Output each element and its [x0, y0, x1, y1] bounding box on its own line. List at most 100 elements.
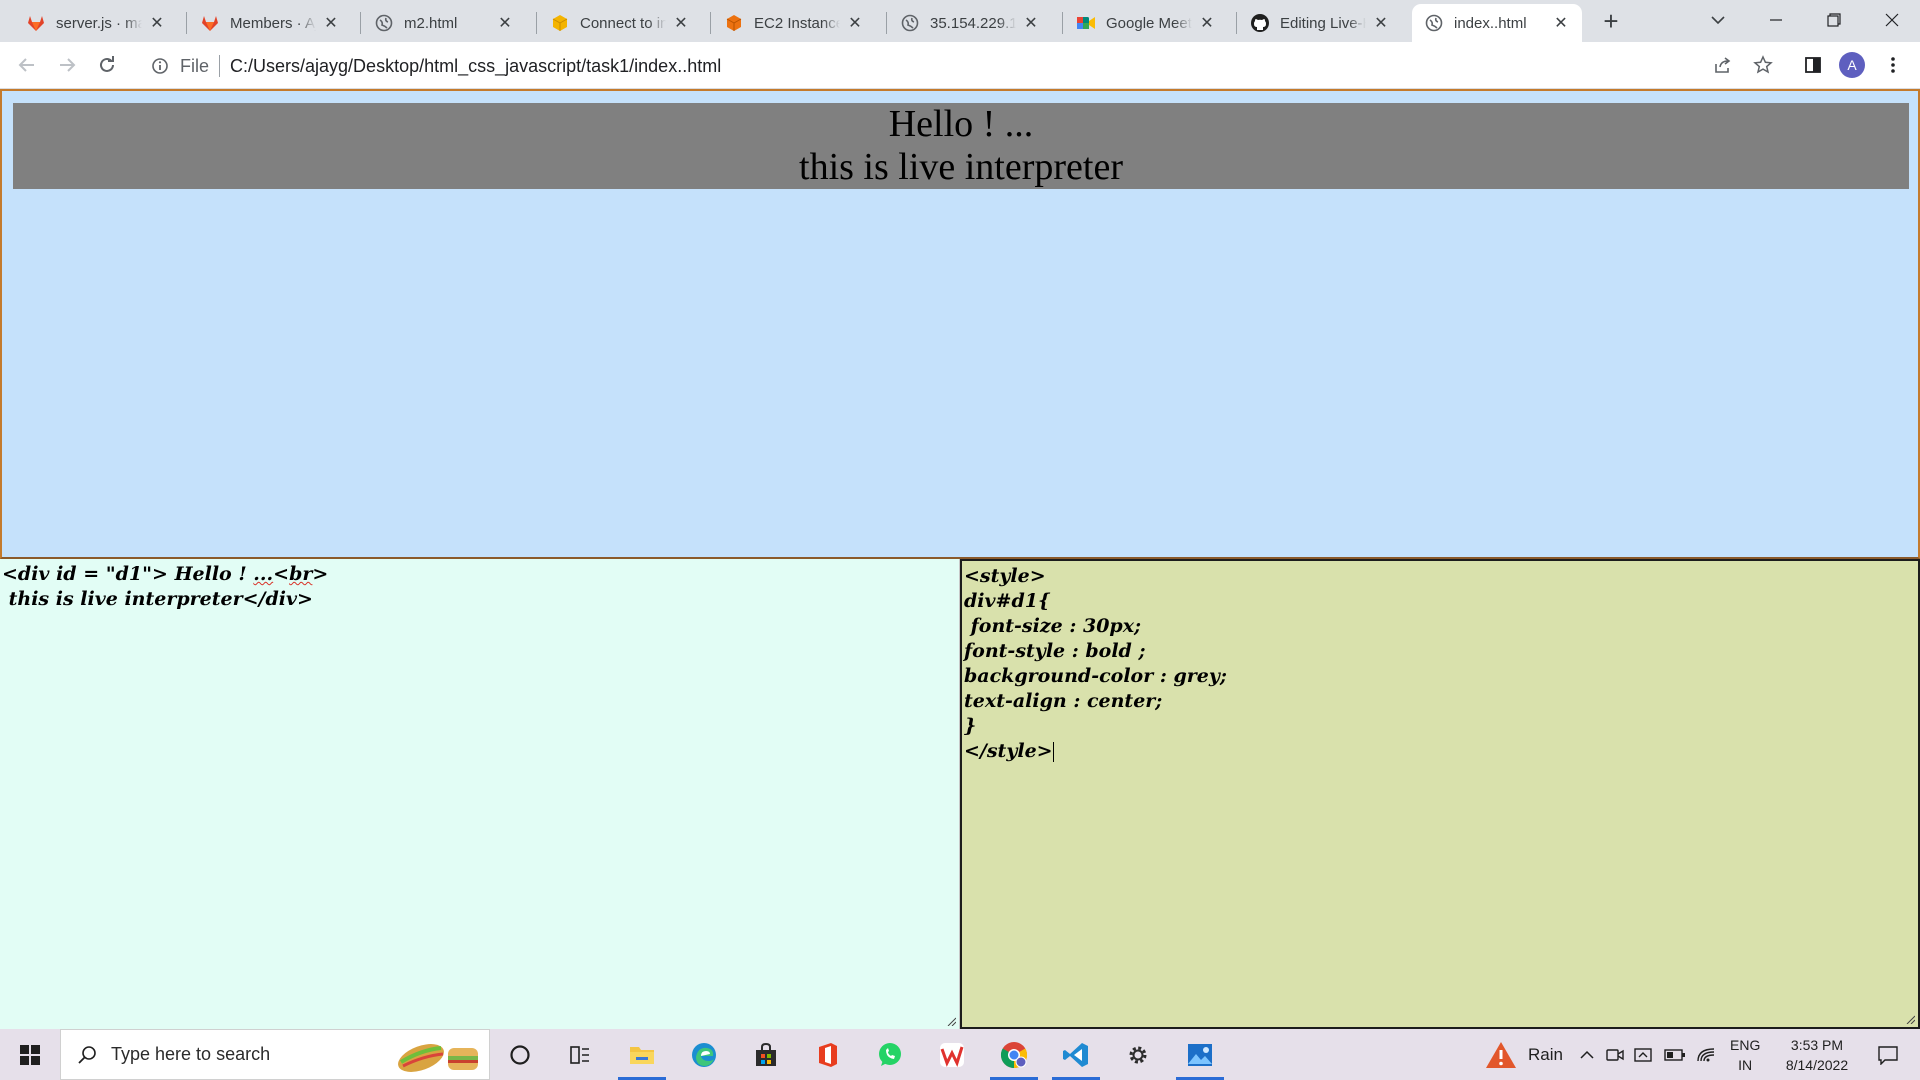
side-panel-button[interactable] — [1798, 50, 1828, 80]
code-line: font-style : bold ; — [964, 640, 1146, 662]
tab-google-meet[interactable]: Google Meet ✕ — [1064, 4, 1228, 42]
code-line: div#d1{ — [964, 590, 1051, 612]
share-button[interactable] — [1708, 50, 1738, 80]
weather-text: Rain — [1528, 1044, 1563, 1064]
close-icon[interactable]: ✕ — [846, 14, 864, 32]
chevron-down-icon — [1711, 16, 1725, 25]
clock[interactable]: 3:53 PM 8/14/2022 — [1774, 1029, 1860, 1080]
close-window-button[interactable] — [1864, 0, 1920, 40]
tab-editing-live-html[interactable]: Editing Live-HTML ✕ — [1238, 4, 1402, 42]
cortana-button[interactable] — [492, 1029, 548, 1080]
preview-line-2: this is live interpreter — [799, 146, 1123, 188]
whatsapp-button[interactable] — [862, 1029, 918, 1080]
forward-button[interactable] — [52, 50, 82, 80]
tab-ip-address[interactable]: 35.154.229.15: ✕ — [888, 4, 1052, 42]
tab-title: server.js · main — [56, 14, 142, 32]
html-editor[interactable]: <div id = "d1"> Hello ! ...<br> this is … — [0, 559, 960, 1029]
divider — [219, 55, 221, 77]
start-button[interactable] — [0, 1029, 60, 1080]
bookmark-button[interactable] — [1748, 50, 1778, 80]
wps-office-button[interactable] — [924, 1029, 980, 1080]
microsoft-store-button[interactable] — [738, 1029, 794, 1080]
taskbar-search[interactable]: Type here to search — [60, 1029, 490, 1080]
office-button[interactable] — [800, 1029, 856, 1080]
weather-widget[interactable]: Rain — [1484, 1029, 1563, 1080]
close-icon[interactable]: ✕ — [322, 14, 340, 32]
css-editor[interactable]: <style> div#d1{ font-size : 30px; font-s… — [960, 559, 1920, 1029]
tab-separator — [886, 12, 887, 34]
code-line: } — [964, 715, 977, 737]
minimize-button[interactable] — [1748, 0, 1804, 40]
meet-now-icon[interactable] — [1606, 1047, 1624, 1063]
tab-separator — [1236, 12, 1237, 34]
code-text: <div id = "d1"> Hello ! — [2, 563, 254, 585]
tab-index-html[interactable]: index..html ✕ — [1412, 4, 1582, 42]
edge-button[interactable] — [676, 1029, 732, 1080]
tab-server-js[interactable]: server.js · main ✕ — [14, 4, 178, 42]
tab-title: Members · Ajay — [230, 14, 316, 32]
file-explorer-button[interactable] — [614, 1029, 670, 1080]
address-bar[interactable]: File C:/Users/ajayg/Desktop/html_css_jav… — [140, 47, 1765, 85]
chrome-button[interactable] — [986, 1029, 1042, 1080]
resize-handle-icon[interactable] — [1905, 1014, 1915, 1024]
aws-box-icon — [724, 13, 744, 33]
battery-icon[interactable] — [1664, 1048, 1686, 1062]
wifi-icon[interactable] — [1696, 1047, 1716, 1063]
photos-icon — [1188, 1043, 1212, 1066]
tab-ec2-instance[interactable]: EC2 Instance Connect ✕ — [712, 4, 876, 42]
close-icon[interactable]: ✕ — [496, 14, 514, 32]
globe-icon — [900, 13, 920, 33]
close-icon[interactable]: ✕ — [148, 14, 166, 32]
chevron-up-icon[interactable] — [1580, 1050, 1594, 1060]
star-icon — [1753, 55, 1773, 74]
gitlab-icon — [200, 13, 220, 33]
menu-button[interactable] — [1878, 50, 1908, 80]
tab-title: EC2 Instance Connect — [754, 14, 840, 32]
restore-icon — [1827, 13, 1841, 27]
close-icon[interactable]: ✕ — [1372, 14, 1390, 32]
code-line: background-color : grey; — [964, 665, 1227, 687]
close-icon[interactable]: ✕ — [1198, 14, 1216, 32]
tab-strip: server.js · main ✕ Members · Ajay ✕ m2.h… — [0, 0, 1920, 42]
office-icon — [819, 1042, 837, 1067]
code-text: > — [312, 563, 329, 585]
preview-frame: Hello ! ... this is live interpreter — [0, 89, 1920, 559]
back-button[interactable] — [12, 50, 42, 80]
info-icon[interactable] — [148, 54, 172, 78]
profile-avatar[interactable]: A — [1839, 52, 1865, 78]
share-icon — [1715, 57, 1731, 73]
reload-button[interactable] — [92, 50, 122, 80]
tab-search-button[interactable] — [1690, 0, 1746, 40]
close-icon[interactable]: ✕ — [672, 14, 690, 32]
close-icon — [1885, 13, 1899, 27]
github-icon — [1250, 13, 1270, 33]
photos-button[interactable] — [1172, 1029, 1228, 1080]
edge-icon — [692, 1042, 716, 1067]
restore-button[interactable] — [1806, 0, 1862, 40]
tab-m2-html[interactable]: m2.html ✕ — [362, 4, 526, 42]
arrow-left-icon — [18, 58, 34, 72]
language-indicator[interactable]: ENG IN — [1730, 1029, 1760, 1080]
task-view-button[interactable] — [552, 1029, 608, 1080]
close-icon[interactable]: ✕ — [1022, 14, 1040, 32]
preview-output: Hello ! ... this is live interpreter — [13, 103, 1909, 189]
windows-taskbar: Type here to search Rain ENG IN 3:53 PM … — [0, 1029, 1920, 1080]
url-text[interactable]: C:/Users/ajayg/Desktop/html_css_javascri… — [230, 56, 721, 77]
tab-separator — [710, 12, 711, 34]
notification-center-button[interactable] — [1866, 1029, 1910, 1080]
tab-members[interactable]: Members · Ajay ✕ — [188, 4, 352, 42]
code-text: this is live interpreter</div> — [2, 588, 313, 610]
search-icon — [78, 1045, 96, 1064]
vscode-button[interactable] — [1048, 1029, 1104, 1080]
settings-button[interactable] — [1110, 1029, 1166, 1080]
new-tab-button[interactable]: + — [1597, 6, 1625, 36]
clock-time: 3:53 PM — [1790, 1036, 1844, 1053]
resize-handle-icon[interactable] — [946, 1016, 956, 1026]
tab-title: index..html — [1454, 14, 1527, 32]
search-placeholder: Type here to search — [111, 1044, 271, 1064]
folder-icon — [630, 1046, 654, 1064]
tab-connect-instance[interactable]: Connect to instance ✕ — [538, 4, 702, 42]
onedrive-icon[interactable] — [1634, 1047, 1654, 1063]
tab-title: m2.html — [404, 14, 458, 32]
close-icon[interactable]: ✕ — [1552, 14, 1570, 32]
